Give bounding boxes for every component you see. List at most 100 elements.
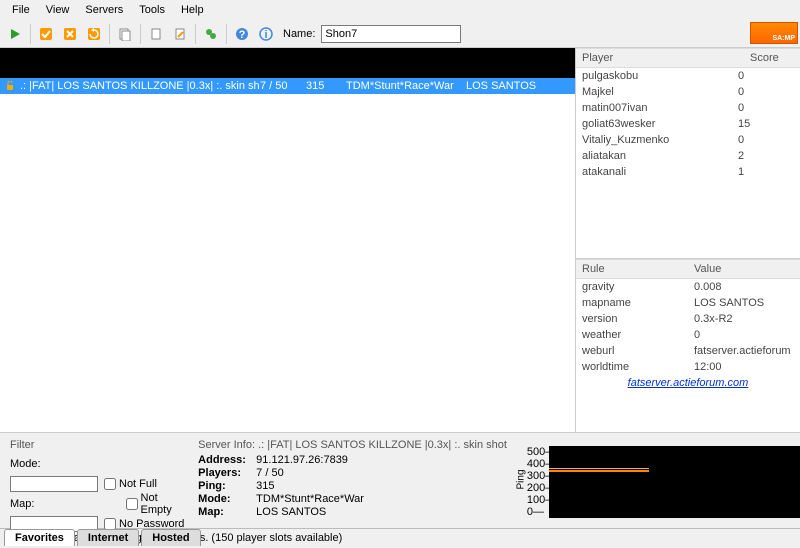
score-col-header[interactable]: Score (744, 49, 800, 67)
rule-row[interactable]: weburlfatserver.actieforum (576, 343, 800, 359)
server-name-cell: .: |FAT| LOS SANTOS KILLZONE |0.3x| :. s… (20, 80, 260, 92)
ping-axis-label: Ping (515, 469, 526, 489)
ping-box: 500—400—300—200—100—0— Ping (511, 433, 800, 528)
player-table-header[interactable]: Player Score (576, 48, 800, 68)
rule-table-header[interactable]: Rule Value (576, 259, 800, 279)
not-empty-checkbox[interactable] (126, 498, 138, 510)
ping-tick: 300— (527, 470, 556, 482)
info-mode-value: TDM*Stunt*Race*War (256, 493, 364, 505)
player-row[interactable]: aliatakan2 (576, 148, 800, 164)
filter-title: Filter (10, 439, 186, 451)
player-score: 0 (738, 102, 794, 114)
connect-button[interactable] (200, 23, 222, 45)
server-mode-cell: TDM*Stunt*Race*War (346, 80, 466, 92)
player-score: 0 (738, 134, 794, 146)
document-button[interactable] (145, 23, 167, 45)
menu-servers[interactable]: Servers (77, 2, 131, 18)
tab-favorites[interactable]: Favorites (4, 529, 75, 546)
main-area: .: |FAT| LOS SANTOS KILLZONE |0.3x| :. s… (0, 48, 800, 432)
info-players-value: 7 / 50 (256, 467, 284, 479)
player-name: Majkel (582, 86, 738, 98)
server-list-header (0, 48, 575, 78)
server-list[interactable]: .: |FAT| LOS SANTOS KILLZONE |0.3x| :. s… (0, 48, 576, 432)
ping-tick: 100— (527, 494, 556, 506)
ping-tick: 200— (527, 482, 556, 494)
filter-mode-label: Mode: (10, 458, 46, 470)
unlock-icon (4, 80, 16, 92)
rule-row[interactable]: mapnameLOS SANTOS (576, 295, 800, 311)
about-button[interactable]: i (255, 23, 277, 45)
rule-row[interactable]: weather0 (576, 327, 800, 343)
player-row[interactable]: pulgaskobu0 (576, 68, 800, 84)
rule-col-header[interactable]: Rule (576, 260, 688, 278)
refresh-button[interactable] (83, 23, 105, 45)
samp-logo: SA:MP (750, 22, 798, 44)
check-button[interactable] (35, 23, 57, 45)
server-players-cell: 7 / 50 (260, 80, 306, 92)
player-table: Player Score pulgaskobu0Majkel0matin007i… (576, 48, 800, 258)
player-row[interactable]: matin007ivan0 (576, 100, 800, 116)
player-row[interactable]: goliat63wesker15 (576, 116, 800, 132)
separator (226, 24, 227, 44)
player-name: atakanali (582, 166, 738, 178)
player-row[interactable]: Majkel0 (576, 84, 800, 100)
ping-tick: 400— (527, 458, 556, 470)
delete-button[interactable] (59, 23, 81, 45)
rule-row[interactable]: gravity0.008 (576, 279, 800, 295)
name-input[interactable] (321, 25, 461, 43)
rule-value: LOS SANTOS (694, 297, 794, 309)
name-label: Name: (283, 28, 315, 40)
filter-box: Filter Mode: Not Full Map: Not Empty No … (0, 433, 194, 528)
player-name: aliatakan (582, 150, 738, 162)
help-button[interactable]: ? (231, 23, 253, 45)
info-map-label: Map: (198, 506, 256, 518)
ping-axis: 500—400—300—200—100—0— (527, 446, 556, 518)
svg-text:i: i (264, 29, 267, 41)
rule-value: 12:00 (694, 361, 794, 373)
rule-value: 0.3x-R2 (694, 313, 794, 325)
player-row[interactable]: atakanali1 (576, 164, 800, 180)
toolbar: ? i Name: SA:MP (0, 20, 800, 48)
rule-name: weburl (582, 345, 694, 357)
filter-mode-input[interactable] (10, 476, 98, 492)
server-row[interactable]: .: |FAT| LOS SANTOS KILLZONE |0.3x| :. s… (0, 78, 575, 94)
player-name: goliat63wesker (582, 118, 738, 130)
play-button[interactable] (4, 23, 26, 45)
not-full-checkbox[interactable] (104, 478, 116, 490)
menu-view[interactable]: View (38, 2, 78, 18)
weburl-link[interactable]: fatserver.actieforum.com (576, 375, 800, 391)
menu-help[interactable]: Help (173, 2, 212, 18)
separator (109, 24, 110, 44)
not-empty-label: Not Empty (141, 492, 187, 516)
bottom-panel: Filter Mode: Not Full Map: Not Empty No … (0, 432, 800, 528)
rule-value: 0 (694, 329, 794, 341)
copy-button[interactable] (114, 23, 136, 45)
rule-name: worldtime (582, 361, 694, 373)
player-score: 15 (738, 118, 794, 130)
ping-tick: 0— (527, 506, 556, 518)
not-full-label: Not Full (119, 478, 157, 490)
rule-row[interactable]: version0.3x-R2 (576, 311, 800, 327)
value-col-header[interactable]: Value (688, 260, 800, 278)
ping-line-icon (549, 470, 649, 472)
server-info-box: Server Info: .: |FAT| LOS SANTOS KILLZON… (194, 433, 511, 528)
ping-chart (549, 446, 800, 518)
rule-name: weather (582, 329, 694, 341)
menu-tools[interactable]: Tools (131, 2, 173, 18)
rule-value: fatserver.actieforum (694, 345, 794, 357)
rule-row[interactable]: worldtime12:00 (576, 359, 800, 375)
tabs: Favorites Internet Hosted (4, 529, 203, 546)
tab-hosted[interactable]: Hosted (141, 529, 200, 546)
info-map-value: LOS SANTOS (256, 506, 326, 518)
menu-file[interactable]: File (4, 2, 38, 18)
separator (30, 24, 31, 44)
info-mode-label: Mode: (198, 493, 256, 505)
server-ping-cell: 315 (306, 80, 346, 92)
edit-button[interactable] (169, 23, 191, 45)
player-score: 2 (738, 150, 794, 162)
player-score: 0 (738, 86, 794, 98)
player-col-header[interactable]: Player (576, 49, 744, 67)
tab-internet[interactable]: Internet (77, 529, 139, 546)
player-row[interactable]: Vitaliy_Kuzmenko0 (576, 132, 800, 148)
server-map-cell: LOS SANTOS (466, 80, 575, 92)
